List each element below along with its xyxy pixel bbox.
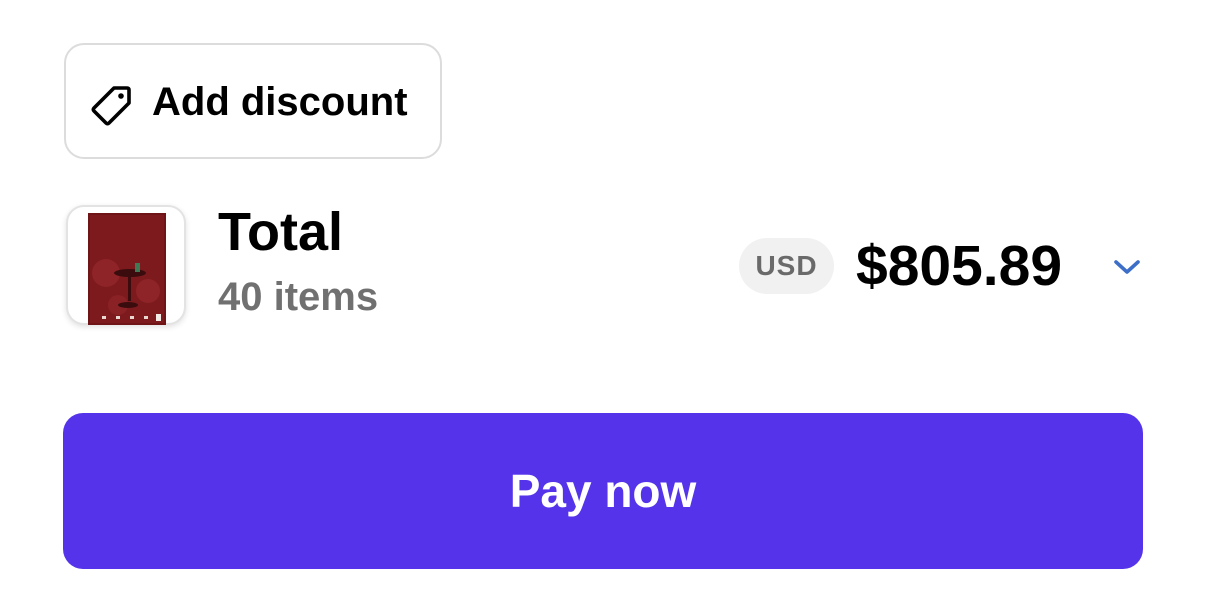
product-thumbnail xyxy=(66,205,186,325)
total-label: Total xyxy=(218,202,343,262)
total-amount: $805.89 xyxy=(856,234,1063,298)
add-discount-button[interactable]: Add discount xyxy=(64,43,442,159)
pay-now-button[interactable]: Pay now xyxy=(63,413,1143,569)
currency-badge: USD xyxy=(739,238,834,294)
product-thumbnail-image xyxy=(88,213,166,325)
tag-icon xyxy=(91,86,131,126)
add-discount-label: Add discount xyxy=(152,80,408,124)
items-count: 40 items xyxy=(218,275,379,319)
chevron-down-icon[interactable] xyxy=(1112,256,1142,278)
